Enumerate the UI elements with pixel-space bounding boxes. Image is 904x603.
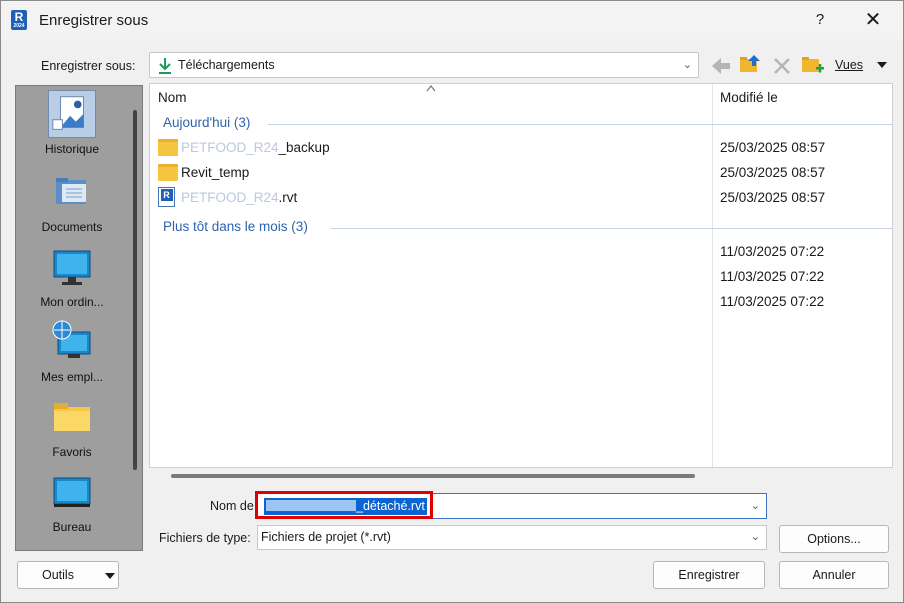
desktop-icon — [53, 477, 91, 507]
place-label: Mon ordin... — [40, 295, 104, 309]
file-date: 25/03/2025 08:57 — [720, 190, 826, 205]
dropdown-caret-icon — [105, 573, 115, 579]
file-name: PETFOOD_R24_backup — [181, 140, 330, 155]
file-name: Revit_temp — [181, 165, 250, 180]
place-computer[interactable]: Mon ordin... — [16, 243, 128, 309]
group-divider — [268, 124, 892, 125]
place-label: Mes empl... — [40, 370, 103, 384]
column-header-modified[interactable]: Modifié le — [720, 90, 778, 105]
close-button[interactable]: ✕ — [859, 7, 887, 33]
dialog-title: Enregistrer sous — [39, 12, 149, 29]
save-button[interactable]: Enregistrer — [653, 561, 765, 589]
tools-button-label: Outils — [42, 568, 74, 582]
location-value: Téléchargements — [178, 58, 275, 72]
place-favorites[interactable]: Favoris — [16, 393, 128, 459]
up-one-level-icon[interactable] — [739, 53, 763, 77]
views-caret-icon[interactable] — [877, 62, 887, 68]
list-item[interactable]: R PETFOOD_R24.rvt 25/03/2025 08:57 — [158, 186, 888, 210]
cancel-button[interactable]: Annuler — [779, 561, 889, 589]
file-date: 25/03/2025 08:57 — [720, 165, 826, 180]
group-header-today[interactable]: Aujourd'hui (3) — [163, 115, 250, 130]
history-icon — [48, 90, 96, 138]
delete-icon[interactable] — [771, 55, 793, 77]
network-places-icon — [52, 320, 91, 358]
group-divider — [330, 228, 892, 229]
place-historique[interactable]: Historique — [16, 90, 128, 156]
chevron-down-icon: ⌄ — [682, 59, 692, 71]
rvt-file-icon: R — [158, 187, 175, 207]
place-label: Bureau — [52, 520, 92, 534]
place-documents[interactable]: Documents — [16, 168, 128, 234]
tools-button[interactable]: Outils — [17, 561, 119, 589]
folder-icon — [158, 139, 178, 156]
folder-icon — [158, 164, 178, 181]
list-item[interactable]: Revit_temp 25/03/2025 08:57 — [158, 161, 888, 185]
places-scrollbar[interactable] — [129, 88, 142, 548]
back-arrow-icon[interactable] — [710, 56, 732, 76]
title-bar: R 2024 Enregistrer sous ? ✕ — [1, 1, 903, 39]
new-folder-icon[interactable] — [801, 53, 825, 77]
favorites-folder-icon — [54, 403, 90, 431]
help-button[interactable]: ? — [809, 9, 831, 31]
save-as-dialog: R 2024 Enregistrer sous ? ✕ Enregistrer s… — [0, 0, 904, 603]
group-header-earlier-this-month[interactable]: Plus tôt dans le mois (3) — [163, 219, 308, 234]
options-button[interactable]: Options... — [779, 525, 889, 553]
file-date: 11/03/2025 07:22 — [720, 294, 825, 309]
list-item[interactable]: 11/03/2025 07:22 — [158, 290, 888, 314]
place-network[interactable]: Mes empl... — [16, 318, 128, 384]
highlight-annotation — [255, 491, 433, 519]
chevron-down-icon: ⌄ — [750, 531, 760, 543]
list-item[interactable]: PETFOOD_R24_backup 25/03/2025 08:57 — [158, 136, 888, 160]
file-type-value: Fichiers de projet (*.rvt) — [261, 530, 391, 544]
column-header-name[interactable]: Nom — [158, 90, 187, 105]
save-in-label: Enregistrer sous: — [41, 59, 136, 73]
place-label: Favoris — [52, 445, 92, 459]
file-type-dropdown[interactable]: Fichiers de projet (*.rvt) ⌄ — [257, 525, 767, 550]
file-name: PETFOOD_R24.rvt — [181, 190, 298, 205]
download-icon — [159, 58, 171, 74]
place-label: Documents — [41, 220, 103, 234]
places-bar: Historique Documents Mon ordin... Mes em… — [15, 85, 143, 551]
file-date: 11/03/2025 07:22 — [720, 244, 825, 259]
chevron-down-icon[interactable]: ⌄ — [751, 499, 760, 512]
revit-app-icon: R 2024 — [11, 10, 27, 30]
documents-icon — [56, 178, 86, 204]
save-button-label: Enregistrer — [678, 568, 740, 582]
places-scroll-thumb[interactable] — [133, 110, 137, 470]
file-type-label: Fichiers de type: — [159, 531, 251, 545]
place-label: Historique — [44, 142, 100, 156]
file-name-label: Nom de — [210, 499, 254, 513]
location-dropdown[interactable]: Téléchargements ⌄ — [149, 52, 699, 78]
file-list[interactable]: Nom Modifié le Aujourd'hui (3) PETFOOD_R… — [149, 83, 893, 468]
place-desktop[interactable]: Bureau — [16, 468, 128, 534]
file-date: 25/03/2025 08:57 — [720, 140, 826, 155]
list-item[interactable]: 11/03/2025 07:22 — [158, 265, 888, 289]
sort-ascending-icon — [426, 85, 436, 92]
file-date: 11/03/2025 07:22 — [720, 269, 825, 284]
computer-icon — [53, 250, 91, 285]
views-menu-button[interactable]: Vues — [835, 58, 863, 72]
list-item[interactable]: 11/03/2025 07:22 — [158, 240, 888, 264]
horizontal-scrollbar[interactable] — [171, 474, 695, 478]
